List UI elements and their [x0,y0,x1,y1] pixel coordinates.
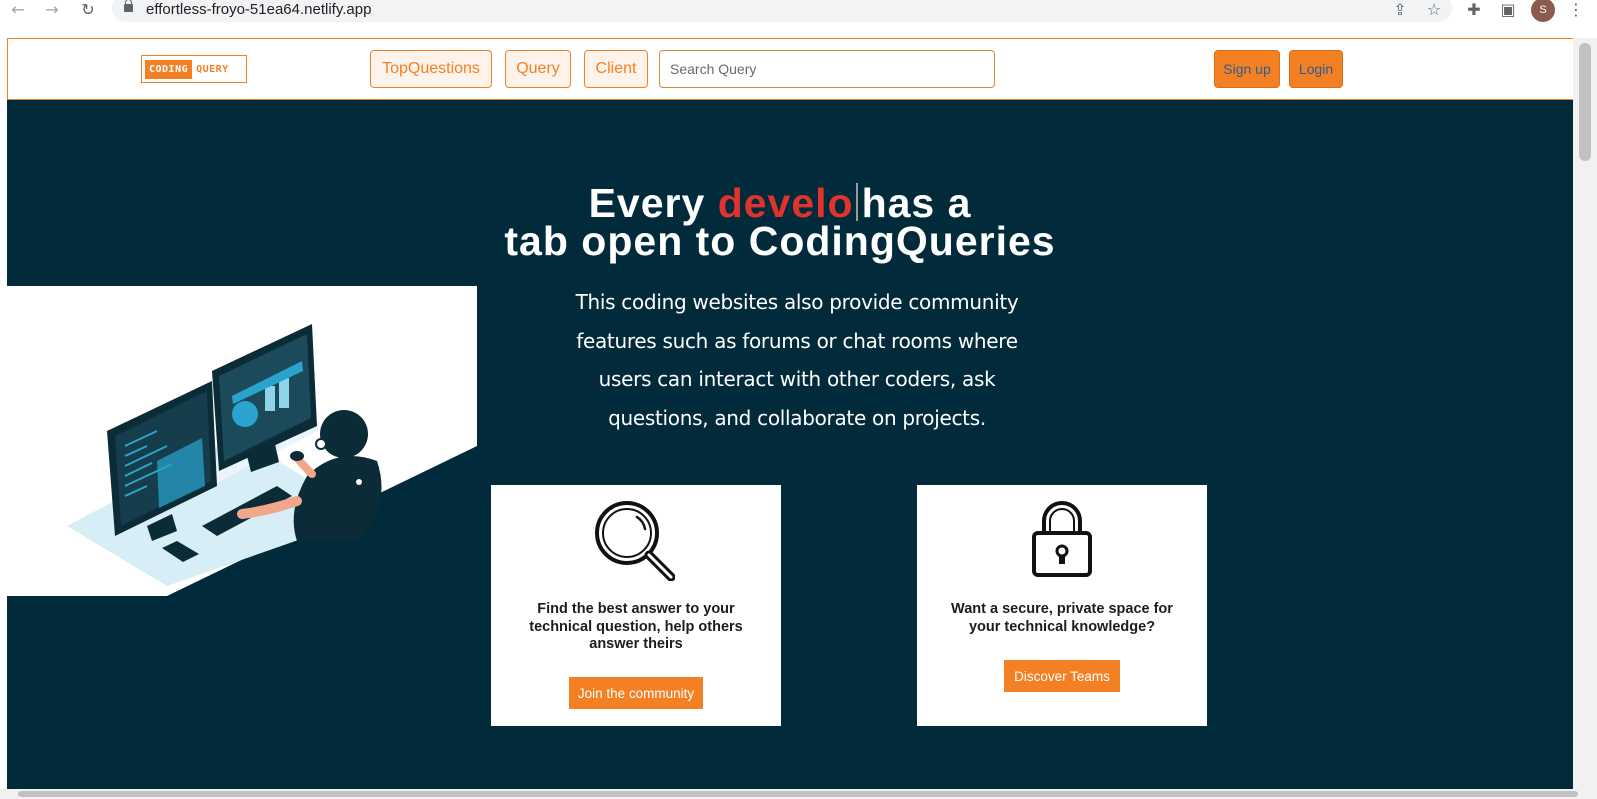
url-text[interactable]: effortless-froyo-51ea64.netlify.app [146,1,371,18]
side-panel-icon[interactable]: ▣ [1498,0,1518,20]
browser-toolbar: ← → ↻ effortless-froyo-51ea64.netlify.ap… [0,0,1597,22]
scrollbar-thumb[interactable] [18,791,1578,797]
magnifier-icon [491,499,781,581]
nav-topquestions-button[interactable]: TopQuestions [370,50,492,88]
scrollbar-thumb[interactable] [1579,43,1591,161]
site-logo[interactable]: CODING QUERY [141,55,247,83]
developer-illustration [7,286,477,596]
join-community-button[interactable]: Join the community [569,677,703,709]
discover-teams-button[interactable]: Discover Teams [1004,660,1120,692]
site-header: CODING QUERY TopQuestions Query Client S… [7,38,1577,100]
hero-description: This coding websites also provide commun… [575,290,1019,430]
teams-card-text: Want a secure, private space for your te… [951,601,1173,635]
lock-icon[interactable] [124,0,133,12]
hero-section: Every develo has a tab open to CodingQuer… [7,100,1573,790]
forward-arrow-icon[interactable]: → [42,0,62,20]
nav-client-button[interactable]: Client [584,50,648,88]
hero-title-line2: tab open to CodingQueries [504,218,1056,264]
nav-query-button[interactable]: Query [505,50,571,88]
extensions-icon[interactable]: ✚ [1464,0,1484,20]
logo-text-query: QUERY [196,63,229,75]
login-button[interactable]: Login [1289,50,1343,88]
menu-icon[interactable]: ⋮ [1566,0,1586,20]
logo-text-coding: CODING [145,59,193,79]
share-icon[interactable]: ⇪ [1390,0,1410,20]
signup-button[interactable]: Sign up [1214,50,1280,88]
typing-caret [855,183,858,221]
search-input[interactable] [659,50,995,88]
back-arrow-icon[interactable]: ← [8,0,28,20]
horizontal-scrollbar[interactable] [0,789,1597,799]
star-icon[interactable]: ☆ [1424,0,1444,20]
vertical-scrollbar[interactable] [1573,38,1597,790]
address-bar[interactable]: effortless-froyo-51ea64.netlify.app [112,0,1452,22]
reload-icon[interactable]: ↻ [78,0,98,20]
community-card: Find the best answer to your technical q… [491,485,781,726]
profile-avatar[interactable]: S [1531,0,1555,22]
teams-card: Want a secure, private space for your te… [917,485,1207,726]
community-card-text: Find the best answer to your technical q… [529,601,743,652]
padlock-icon [917,499,1207,581]
